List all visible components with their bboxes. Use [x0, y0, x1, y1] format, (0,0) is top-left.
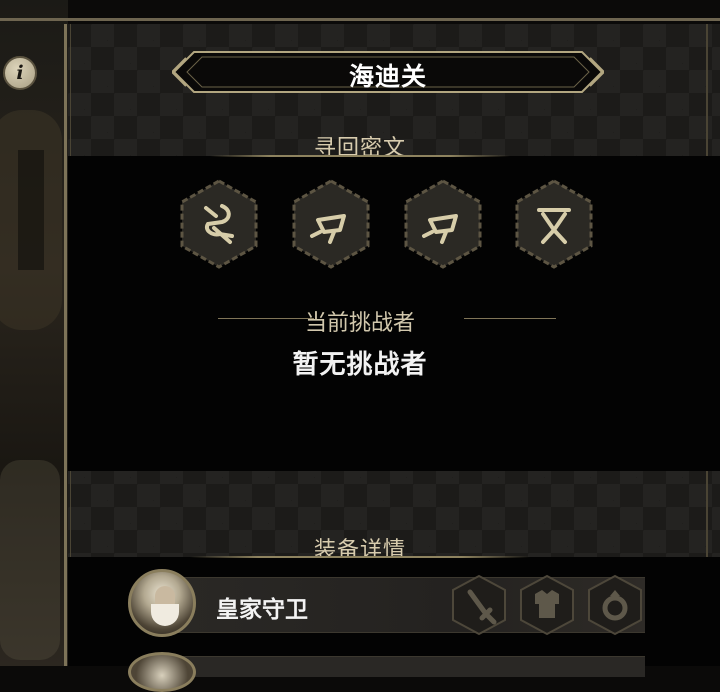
info-icon[interactable]: i: [3, 56, 37, 90]
avatar[interactable]: [128, 569, 196, 637]
runes-divider: [210, 155, 510, 157]
rune-1-icon[interactable]: [178, 178, 260, 270]
challenger-value: 暂无挑战者: [292, 350, 428, 380]
page-title: 海迪关: [348, 62, 427, 91]
rune-4-icon[interactable]: [513, 178, 595, 270]
rune-3-icon[interactable]: [402, 178, 484, 270]
equipment-name: 皇家守卫: [216, 597, 308, 623]
equipment-divider: [190, 556, 530, 558]
armor-icon[interactable]: [518, 574, 576, 636]
title-banner: 海迪关: [172, 50, 604, 94]
challenger-label: 当前挑战者: [304, 311, 415, 336]
avatar[interactable]: [128, 652, 196, 692]
rune-2-icon[interactable]: [290, 178, 372, 270]
equipment-row[interactable]: [175, 656, 645, 677]
sword-icon[interactable]: [450, 574, 508, 636]
ring-icon[interactable]: [586, 574, 644, 636]
top-border: [0, 18, 720, 21]
